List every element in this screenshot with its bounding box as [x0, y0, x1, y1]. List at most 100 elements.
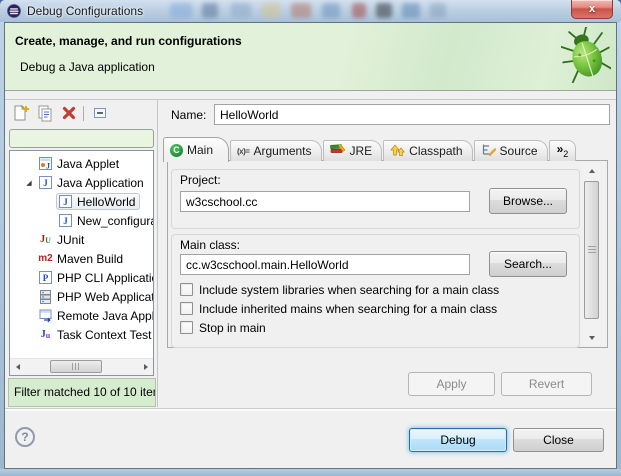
tab-main[interactable]: C Main — [163, 137, 229, 162]
php-web-icon — [38, 289, 53, 304]
taskbar-blur-blob — [322, 3, 340, 18]
tab-overflow[interactable]: » 2 — [549, 140, 577, 161]
content-divider — [5, 99, 616, 100]
tree-item-helloworld[interactable]: J HelloWorld — [10, 192, 153, 211]
revert-button-label: Revert — [529, 377, 564, 391]
dialog-body: Create, manage, and run configurations D… — [4, 22, 617, 469]
filter-status: Filter matched 10 of 10 items — [8, 378, 156, 407]
source-tab-icon — [481, 143, 496, 159]
tab-jre[interactable]: JRE — [323, 140, 383, 161]
eclipse-icon — [7, 4, 21, 18]
checkbox-include-system-libraries[interactable]: Include system libraries when searching … — [180, 282, 499, 297]
tab-label: JRE — [350, 144, 373, 158]
tab-label: Source — [500, 144, 538, 158]
tab-source[interactable]: Source — [474, 140, 548, 161]
tab-label: Main — [187, 143, 213, 157]
tree-item-java-applet[interactable]: J Java Applet — [10, 154, 153, 173]
collapse-all-icon — [92, 105, 108, 124]
tree-item-label: New_configuration — [77, 214, 154, 228]
filter-input[interactable] — [9, 129, 154, 148]
checkbox-icon[interactable] — [180, 302, 193, 315]
main-class-label: Main class: — [180, 238, 240, 252]
scroll-down-arrow[interactable] — [584, 330, 599, 345]
scroll-up-arrow[interactable] — [584, 163, 599, 178]
checkbox-include-inherited-mains[interactable]: Include inherited mains when searching f… — [180, 301, 497, 316]
apply-button[interactable]: Apply — [408, 372, 495, 396]
taskbar-blur-blob — [170, 3, 192, 18]
banner: Create, manage, and run configurations D… — [5, 23, 616, 91]
search-button-label: Search... — [504, 257, 552, 271]
collapse-all-button[interactable] — [89, 103, 111, 125]
name-input[interactable] — [214, 104, 610, 125]
project-input[interactable] — [180, 191, 470, 212]
classpath-tab-icon — [390, 143, 405, 159]
arguments-tab-icon: (x)= — [237, 147, 249, 156]
project-group: Project: Browse... — [171, 169, 580, 229]
close-button-label: Close — [543, 433, 574, 447]
content-vertical-scrollbar[interactable] — [583, 162, 600, 346]
tree-item-label: Remote Java Application — [57, 309, 154, 323]
jre-tab-icon — [330, 143, 346, 159]
config-tree: J Java Applet ◢ J Java Application J Hel… — [9, 150, 154, 376]
panel-sash[interactable] — [157, 100, 158, 407]
duplicate-button[interactable] — [34, 103, 56, 125]
expander-icon[interactable]: ◢ — [22, 179, 36, 187]
java-application-icon: J — [58, 194, 73, 209]
tree-item-php-web[interactable]: PHP Web Application — [10, 287, 153, 306]
tab-classpath[interactable]: Classpath — [383, 140, 472, 161]
tree-item-remote-java[interactable]: Remote Java Application — [10, 306, 153, 325]
scrollbar-thumb[interactable] — [584, 181, 599, 319]
checkbox-icon[interactable] — [180, 321, 193, 334]
tab-label: Arguments — [253, 144, 311, 158]
tab-bar: C Main (x)= Arguments JRE — [163, 136, 576, 161]
tree-item-new-configuration[interactable]: J New_configuration — [10, 211, 153, 230]
tree-item-maven-build[interactable]: m2 Maven Build — [10, 249, 153, 268]
banner-subtitle: Debug a Java application — [20, 60, 155, 74]
bug-icon — [561, 27, 611, 86]
tree-item-java-application[interactable]: ◢ J Java Application — [10, 173, 153, 192]
debug-button-label: Debug — [440, 433, 475, 447]
help-button[interactable]: ? — [15, 427, 35, 447]
search-button[interactable]: Search... — [489, 251, 567, 277]
debug-configurations-window: Debug Configurations x Create, manage, a… — [0, 0, 621, 476]
banner-title: Create, manage, and run configurations — [15, 34, 242, 48]
new-configuration-button[interactable] — [10, 103, 32, 125]
browse-button-label: Browse... — [503, 194, 553, 208]
tree-item-task-context-test[interactable]: Ju Task Context Test — [10, 325, 153, 344]
debug-button[interactable]: Debug — [409, 428, 507, 452]
taskbar-blur-blob — [262, 3, 280, 18]
task-context-icon: Ju — [38, 327, 53, 342]
main-class-input[interactable] — [180, 254, 470, 275]
footer-separator — [5, 408, 616, 411]
scrollbar-thumb[interactable] — [50, 360, 102, 373]
taskbar-blur-blob — [202, 3, 218, 18]
duplicate-icon — [36, 104, 54, 125]
close-button[interactable]: Close — [513, 428, 604, 452]
tree-item-junit[interactable]: JU JUnit — [10, 230, 153, 249]
name-label: Name: — [171, 108, 206, 122]
help-icon: ? — [21, 430, 28, 444]
titlebar[interactable]: Debug Configurations x — [0, 0, 621, 22]
revert-button[interactable]: Revert — [501, 372, 592, 396]
java-applet-icon: J — [38, 156, 53, 171]
new-configuration-icon — [12, 104, 30, 125]
checkbox-stop-in-main[interactable]: Stop in main — [180, 320, 266, 335]
tree-horizontal-scrollbar[interactable] — [10, 358, 153, 375]
checkbox-label: Include inherited mains when searching f… — [199, 302, 497, 316]
tree-item-label: PHP Web Application — [57, 290, 154, 304]
browse-button[interactable]: Browse... — [489, 188, 567, 214]
window-close-button[interactable]: x — [571, 0, 613, 19]
delete-button[interactable] — [58, 103, 80, 125]
tree-item-label: PHP CLI Application — [57, 271, 154, 285]
tree-item-php-cli[interactable]: P PHP CLI Application — [10, 268, 153, 287]
scroll-right-arrow[interactable] — [138, 359, 153, 374]
apply-button-label: Apply — [436, 377, 466, 391]
toolbar-separator — [83, 106, 84, 121]
junit-icon: JU — [38, 232, 53, 247]
taskbar-blur-blob — [291, 3, 311, 18]
checkbox-icon[interactable] — [180, 283, 193, 296]
taskbar-blur-blob — [376, 3, 392, 18]
scroll-left-arrow[interactable] — [10, 359, 25, 374]
tab-arguments[interactable]: (x)= Arguments — [230, 140, 321, 161]
java-application-icon: J — [38, 175, 53, 190]
